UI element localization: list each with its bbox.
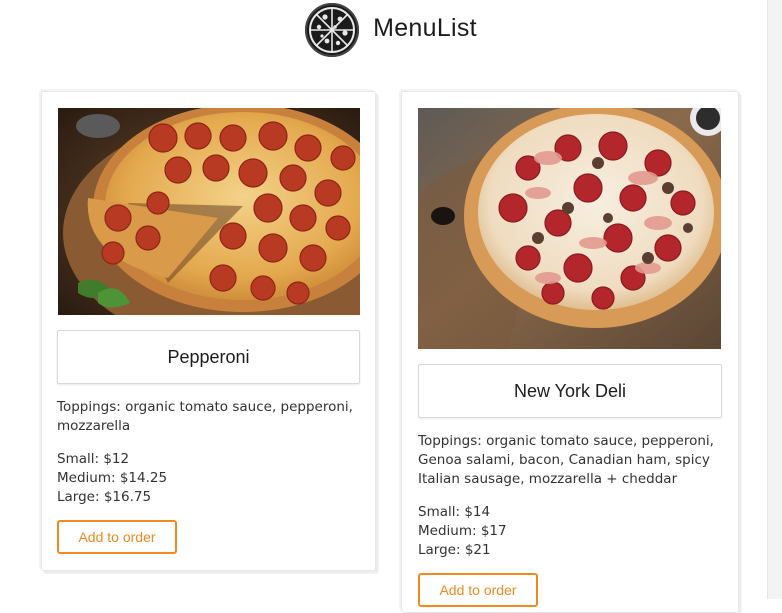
app-title: MenuList xyxy=(373,13,477,42)
item-toppings: Toppings: organic tomato sauce, pepperon… xyxy=(418,433,714,487)
item-name-box: New York Deli xyxy=(418,364,722,418)
item-prices: Small: $12 Medium: $14.25 Large: $16.75 xyxy=(57,450,167,507)
price-small: Small: $12 xyxy=(57,451,130,467)
item-toppings: Toppings: organic tomato sauce, pepperon… xyxy=(57,399,353,434)
app-header: MenuList xyxy=(0,0,782,60)
pizza-photo-new-york-deli xyxy=(418,108,721,349)
price-small: Small: $14 xyxy=(418,504,491,520)
price-large: Large: $21 xyxy=(418,542,491,558)
menu-card-new-york-deli: New York Deli Toppings: organic tomato s… xyxy=(401,91,739,613)
price-large: Large: $16.75 xyxy=(57,489,152,505)
scrollbar-track[interactable] xyxy=(767,0,782,599)
pizza-photo-pepperoni xyxy=(58,108,360,315)
item-name: Pepperoni xyxy=(167,346,250,367)
item-name-box: Pepperoni xyxy=(57,330,360,384)
pizza-logo-icon xyxy=(305,3,360,57)
add-to-order-button[interactable]: Add to order xyxy=(418,573,538,607)
add-to-order-button[interactable]: Add to order xyxy=(57,520,177,554)
price-medium: Medium: $14.25 xyxy=(57,470,168,486)
item-name: New York Deli xyxy=(513,380,627,401)
item-prices: Small: $14 Medium: $17 Large: $21 xyxy=(418,503,507,560)
menu-card-pepperoni: Pepperoni Toppings: organic tomato sauce… xyxy=(41,91,376,571)
price-medium: Medium: $17 xyxy=(418,523,507,539)
